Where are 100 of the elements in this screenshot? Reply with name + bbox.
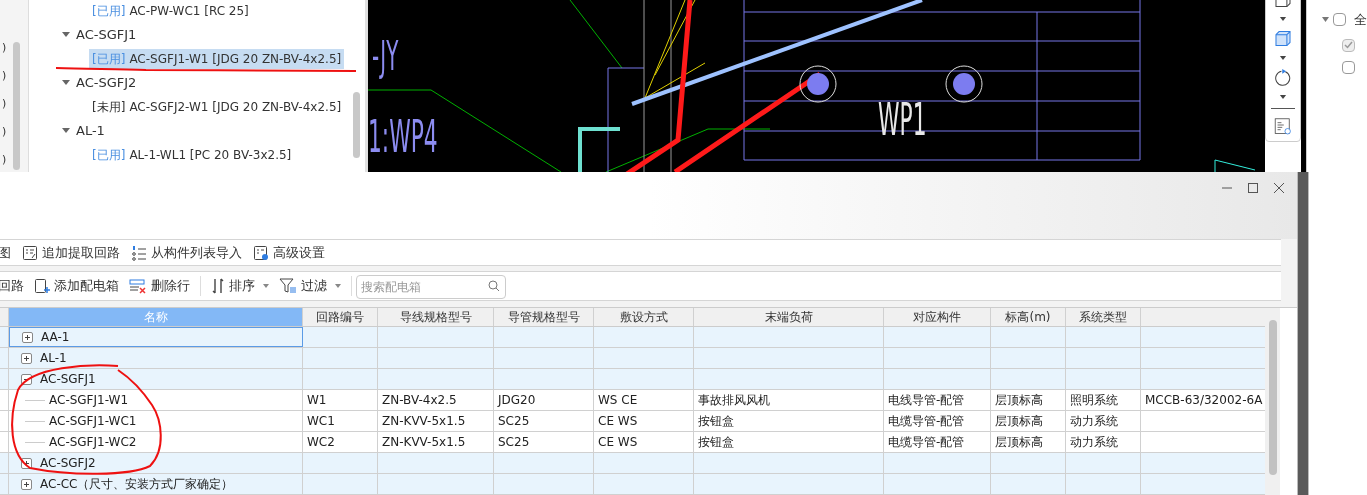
table-cell: 电线导管-配管 — [884, 390, 991, 410]
caret-icon[interactable] — [1279, 95, 1287, 100]
circuit-label: AC-SGFJ2-W1 [JDG 20 ZN-BV-4x2.5] — [129, 99, 342, 116]
table-cell[interactable]: AA-1 — [9, 327, 303, 347]
scrollbar[interactable] — [13, 42, 20, 170]
toolbar-button[interactable]: 删除行 — [129, 276, 190, 296]
group-name: AC-CC（尺寸、安装方式厂家确定） — [40, 476, 234, 493]
table-cell: 电缆导管-配管 — [884, 432, 991, 452]
column-header: 系统类型 — [1066, 308, 1141, 326]
expand-icon[interactable] — [21, 478, 32, 490]
add-box-icon — [34, 278, 50, 295]
cad-label: 1:WP4 — [368, 111, 438, 162]
caret-icon[interactable] — [62, 32, 70, 38]
toolbar-button[interactable]: 过滤 — [279, 276, 341, 296]
delete-row-icon — [129, 278, 147, 295]
circuit-name: AC-SGFJ1-WC1 — [49, 413, 137, 430]
toolbar-button[interactable]: 排序 — [211, 276, 269, 296]
table-cell: ZN-KVV-5x1.5 — [378, 432, 494, 452]
expand-icon[interactable] — [22, 331, 33, 343]
column-header: 敷设方式 — [594, 308, 694, 326]
close-icon[interactable] — [1273, 182, 1285, 194]
table-cell: 事故排风风机 — [694, 390, 884, 410]
filter-icon — [279, 278, 297, 295]
tree-group-label[interactable]: AC-SGFJ1 — [76, 25, 137, 45]
table-cell: WC2 — [303, 432, 378, 452]
tree-group-label[interactable]: AC-SGFJ2 — [76, 73, 137, 93]
table-cell: ZN-BV-4x2.5 — [378, 390, 494, 410]
tree-item[interactable]: [已用] AC-PW-WC1 [RC 25] — [89, 1, 252, 21]
table-cell: W1 — [303, 390, 378, 410]
circuit-label: AC-SGFJ1-W1 [JDG 20 ZN-BV-4x2.5] — [129, 51, 342, 68]
tree-group-label[interactable]: AL-1 — [76, 121, 105, 141]
toolbar-button[interactable]: 高级设置 — [253, 243, 325, 263]
checkbox-label: 全 — [1354, 11, 1367, 29]
cube-icon[interactable] — [1272, 30, 1294, 48]
panel-text: ) — [2, 152, 8, 167]
tree-item[interactable]: [已用] AL-1-WL1 [PC 20 BV-3x2.5] — [89, 145, 295, 165]
expand-icon[interactable] — [21, 457, 32, 469]
circuit-label: AC-PW-WC1 [RC 25] — [129, 3, 249, 20]
group-name: AA-1 — [41, 329, 70, 346]
cad-label: -JY — [372, 32, 399, 80]
toolbar-button[interactable]: 追加提取回路 — [22, 243, 120, 263]
group-name: AC-SGFJ2 — [40, 455, 96, 472]
status-tag: [已用] — [92, 2, 126, 20]
search-icon[interactable] — [488, 280, 500, 293]
checkbox[interactable] — [1342, 60, 1355, 74]
table-cell: WS CE — [594, 390, 694, 410]
circuit-name: AC-SGFJ1-WC2 — [49, 434, 137, 451]
circuit-label: AL-1-WL1 [PC 20 BV-3x2.5] — [129, 147, 292, 164]
table-cell: 照明系统 — [1066, 390, 1141, 410]
list-import-icon — [131, 244, 147, 261]
caret-icon[interactable] — [1322, 17, 1329, 23]
tree-item[interactable]: [未用] AC-SGFJ2-W1 [JDG 20 ZN-BV-4x2.5] — [89, 97, 345, 117]
scrollbar[interactable] — [1268, 320, 1277, 475]
scrollbar[interactable] — [353, 92, 360, 158]
status-tag: [未用] — [92, 98, 126, 116]
collapse-icon[interactable] — [21, 373, 32, 385]
checkbox[interactable] — [1333, 13, 1346, 27]
table-cell: SC25 — [494, 411, 594, 431]
tree-item[interactable]: [已用] AC-SGFJ1-W1 [JDG 20 ZN-BV-4x2.5] — [89, 49, 345, 69]
table-cell: 动力系统 — [1066, 432, 1141, 452]
cad-canvas[interactable]: -JY 1:WP4 WP1 — [368, 0, 1265, 172]
group-name: AL-1 — [40, 350, 67, 367]
toolbar-button[interactable]: 从构件列表导入 — [131, 243, 242, 263]
group-name: AC-SGFJ1 — [40, 371, 96, 388]
cad-label: WP1 — [878, 94, 927, 145]
list-settings-icon[interactable] — [1272, 117, 1294, 135]
column-header: 回路编号 — [303, 308, 378, 326]
table-cell: CE WS — [594, 432, 694, 452]
search-field[interactable]: 搜索配电箱 — [356, 275, 506, 300]
column-header: 标高(m) — [991, 308, 1066, 326]
column-header: 对应构件 — [884, 308, 991, 326]
table-cell: 动力系统 — [1066, 411, 1141, 431]
toolbar-button[interactable]: 添加配电箱 — [34, 276, 119, 296]
caret-icon[interactable] — [1279, 17, 1287, 22]
column-header: 导管规格型号 — [494, 308, 594, 326]
table-cell: 电缆导管-配管 — [884, 411, 991, 431]
caret-icon[interactable] — [1279, 56, 1287, 61]
table-cell: 按钮盒 — [694, 432, 884, 452]
table-cell: 层顶标高 — [991, 390, 1066, 410]
table-cell: WC1 — [303, 411, 378, 431]
table-cell: CE WS — [594, 411, 694, 431]
table-cell: 层顶标高 — [991, 411, 1066, 431]
status-tag: [已用] — [92, 146, 126, 164]
column-header: 末端负荷 — [694, 308, 884, 326]
table-cell: JDG20 — [494, 390, 594, 410]
table-cell: 按钮盒 — [694, 411, 884, 431]
panel-text: ) — [2, 96, 8, 111]
table-cell: ZN-KVV-5x1.5 — [378, 411, 494, 431]
table-cell: 层顶标高 — [991, 432, 1066, 452]
panel-text: ) — [2, 40, 8, 55]
toolbar-label[interactable]: 回路 — [0, 276, 24, 296]
column-header: 导线规格型号 — [378, 308, 494, 326]
status-tag: [已用] — [92, 50, 126, 68]
caret-icon[interactable] — [62, 128, 70, 134]
settings-icon — [253, 244, 269, 261]
maximize-icon[interactable] — [1247, 182, 1259, 194]
list-edit-icon — [22, 244, 38, 261]
circuit-name: AC-SGFJ1-W1 — [49, 392, 129, 409]
expand-icon[interactable] — [21, 352, 32, 364]
caret-icon[interactable] — [62, 80, 70, 86]
